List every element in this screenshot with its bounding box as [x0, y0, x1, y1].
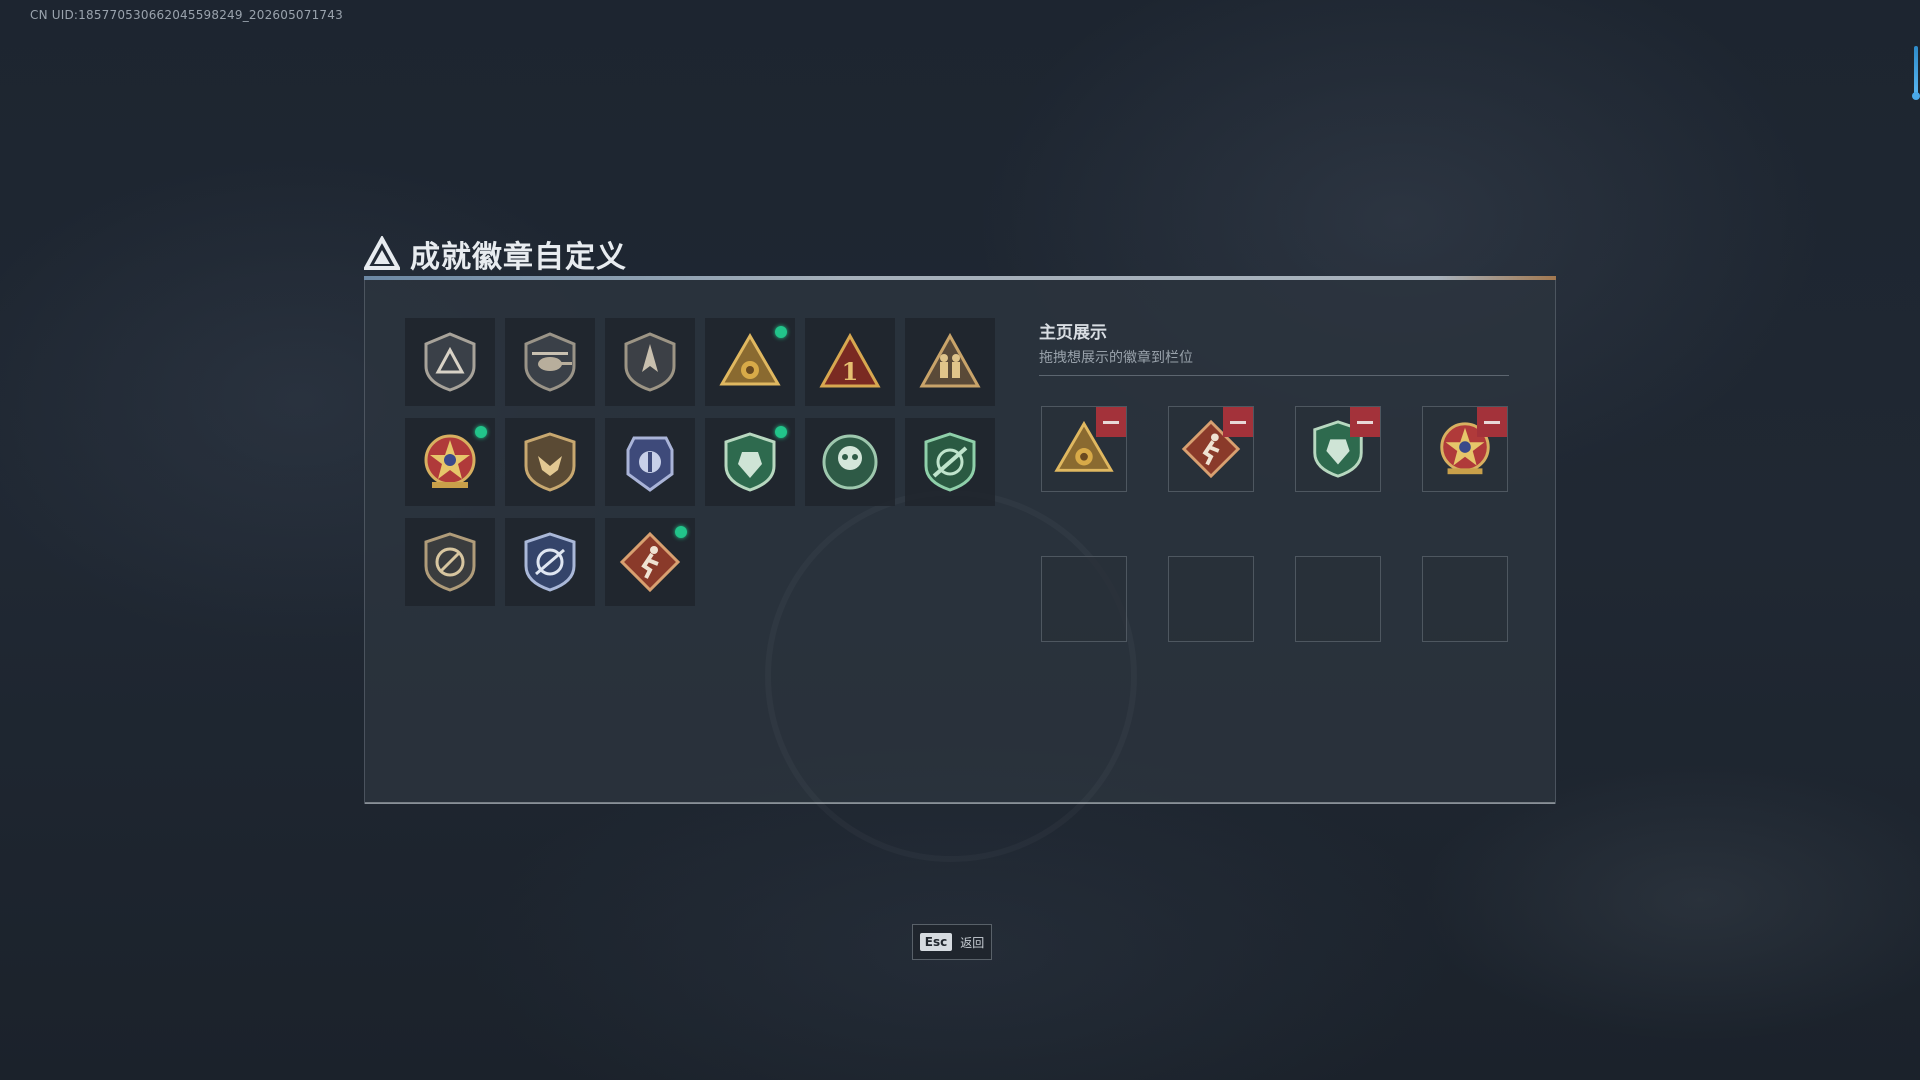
remove-badge-button[interactable] [1223, 407, 1253, 437]
blue-crossed-badge-icon [524, 532, 576, 592]
no-gun-shield-badge-icon [424, 532, 476, 592]
arrow-shield-badge-icon [624, 332, 676, 392]
minus-icon [1357, 420, 1373, 424]
gold-pyramid-badge-icon [719, 333, 781, 386]
new-indicator-dot [775, 426, 787, 438]
badge-cell[interactable] [605, 418, 695, 506]
badge-cell[interactable] [505, 318, 595, 406]
minus-icon [1230, 420, 1246, 424]
svg-text:1: 1 [842, 357, 859, 386]
showcase-subtitle: 拖拽想展示的徽章到栏位 [1039, 350, 1193, 366]
badge-grid: 1 [405, 318, 995, 606]
showcase-header: 主页展示 拖拽想展示的徽章到栏位 [1039, 318, 1509, 376]
back-button[interactable]: Esc 返回 [912, 924, 992, 960]
helicopter-badge-icon [524, 332, 576, 392]
new-indicator-dot [475, 426, 487, 438]
minus-icon [1484, 420, 1500, 424]
badge-cell[interactable] [905, 318, 995, 406]
green-rifle-shield-badge-icon [924, 432, 976, 492]
showcase-slot[interactable] [1168, 406, 1254, 492]
green-skull-badge-icon [822, 434, 878, 490]
showcase-slot-empty[interactable] [1295, 556, 1381, 642]
showcase-slots [1041, 406, 1508, 642]
badge-cell[interactable] [505, 518, 595, 606]
runner-diamond-badge-icon [619, 531, 681, 593]
new-indicator-dot [675, 526, 687, 538]
showcase-slot-empty[interactable] [1041, 556, 1127, 642]
showcase-slot[interactable] [1295, 406, 1381, 492]
uid-label: CN UID:185770530662045598249_20260507174… [30, 8, 343, 22]
badge-cell[interactable] [905, 418, 995, 506]
eagle-shield-badge-icon [524, 432, 576, 492]
badge-panel: 1 主页展示 拖拽想展示的徽章到栏位 [364, 280, 1556, 804]
back-label: 返回 [960, 935, 985, 950]
badge-cell[interactable] [605, 518, 695, 606]
badge-cell[interactable]: 1 [805, 318, 895, 406]
remove-badge-button[interactable] [1350, 407, 1380, 437]
green-shield-badge-icon [724, 432, 776, 492]
showcase-slot-empty[interactable] [1422, 556, 1508, 642]
badge-cell[interactable] [505, 418, 595, 506]
triangle-logo-icon [364, 236, 400, 270]
remove-badge-button[interactable] [1477, 407, 1507, 437]
badge-cell[interactable] [705, 318, 795, 406]
page-title: 成就徽章自定义 [410, 240, 627, 275]
badge-cell[interactable] [705, 418, 795, 506]
esc-key-hint: Esc [919, 933, 953, 951]
minus-icon [1103, 420, 1119, 424]
remove-badge-button[interactable] [1096, 407, 1126, 437]
showcase-slot-empty[interactable] [1168, 556, 1254, 642]
triangle-shield-badge-icon [424, 332, 476, 392]
badge-cell[interactable] [805, 418, 895, 506]
scroll-indicator [1912, 46, 1920, 100]
badge-cell[interactable] [605, 318, 695, 406]
blue-emblem-badge-icon [626, 436, 674, 492]
number-one-triangle-badge-icon: 1 [819, 332, 881, 388]
badge-cell[interactable] [405, 518, 495, 606]
star-wreath-badge-icon [424, 434, 476, 488]
new-indicator-dot [775, 326, 787, 338]
showcase-slot[interactable] [1041, 406, 1127, 492]
showcase-title: 主页展示 [1039, 323, 1107, 343]
soldiers-triangle-badge-icon [919, 332, 981, 388]
showcase-slot[interactable] [1422, 406, 1508, 492]
badge-cell[interactable] [405, 318, 495, 406]
badge-cell[interactable] [405, 418, 495, 506]
title-bar: 成就徽章自定义 [364, 232, 627, 276]
